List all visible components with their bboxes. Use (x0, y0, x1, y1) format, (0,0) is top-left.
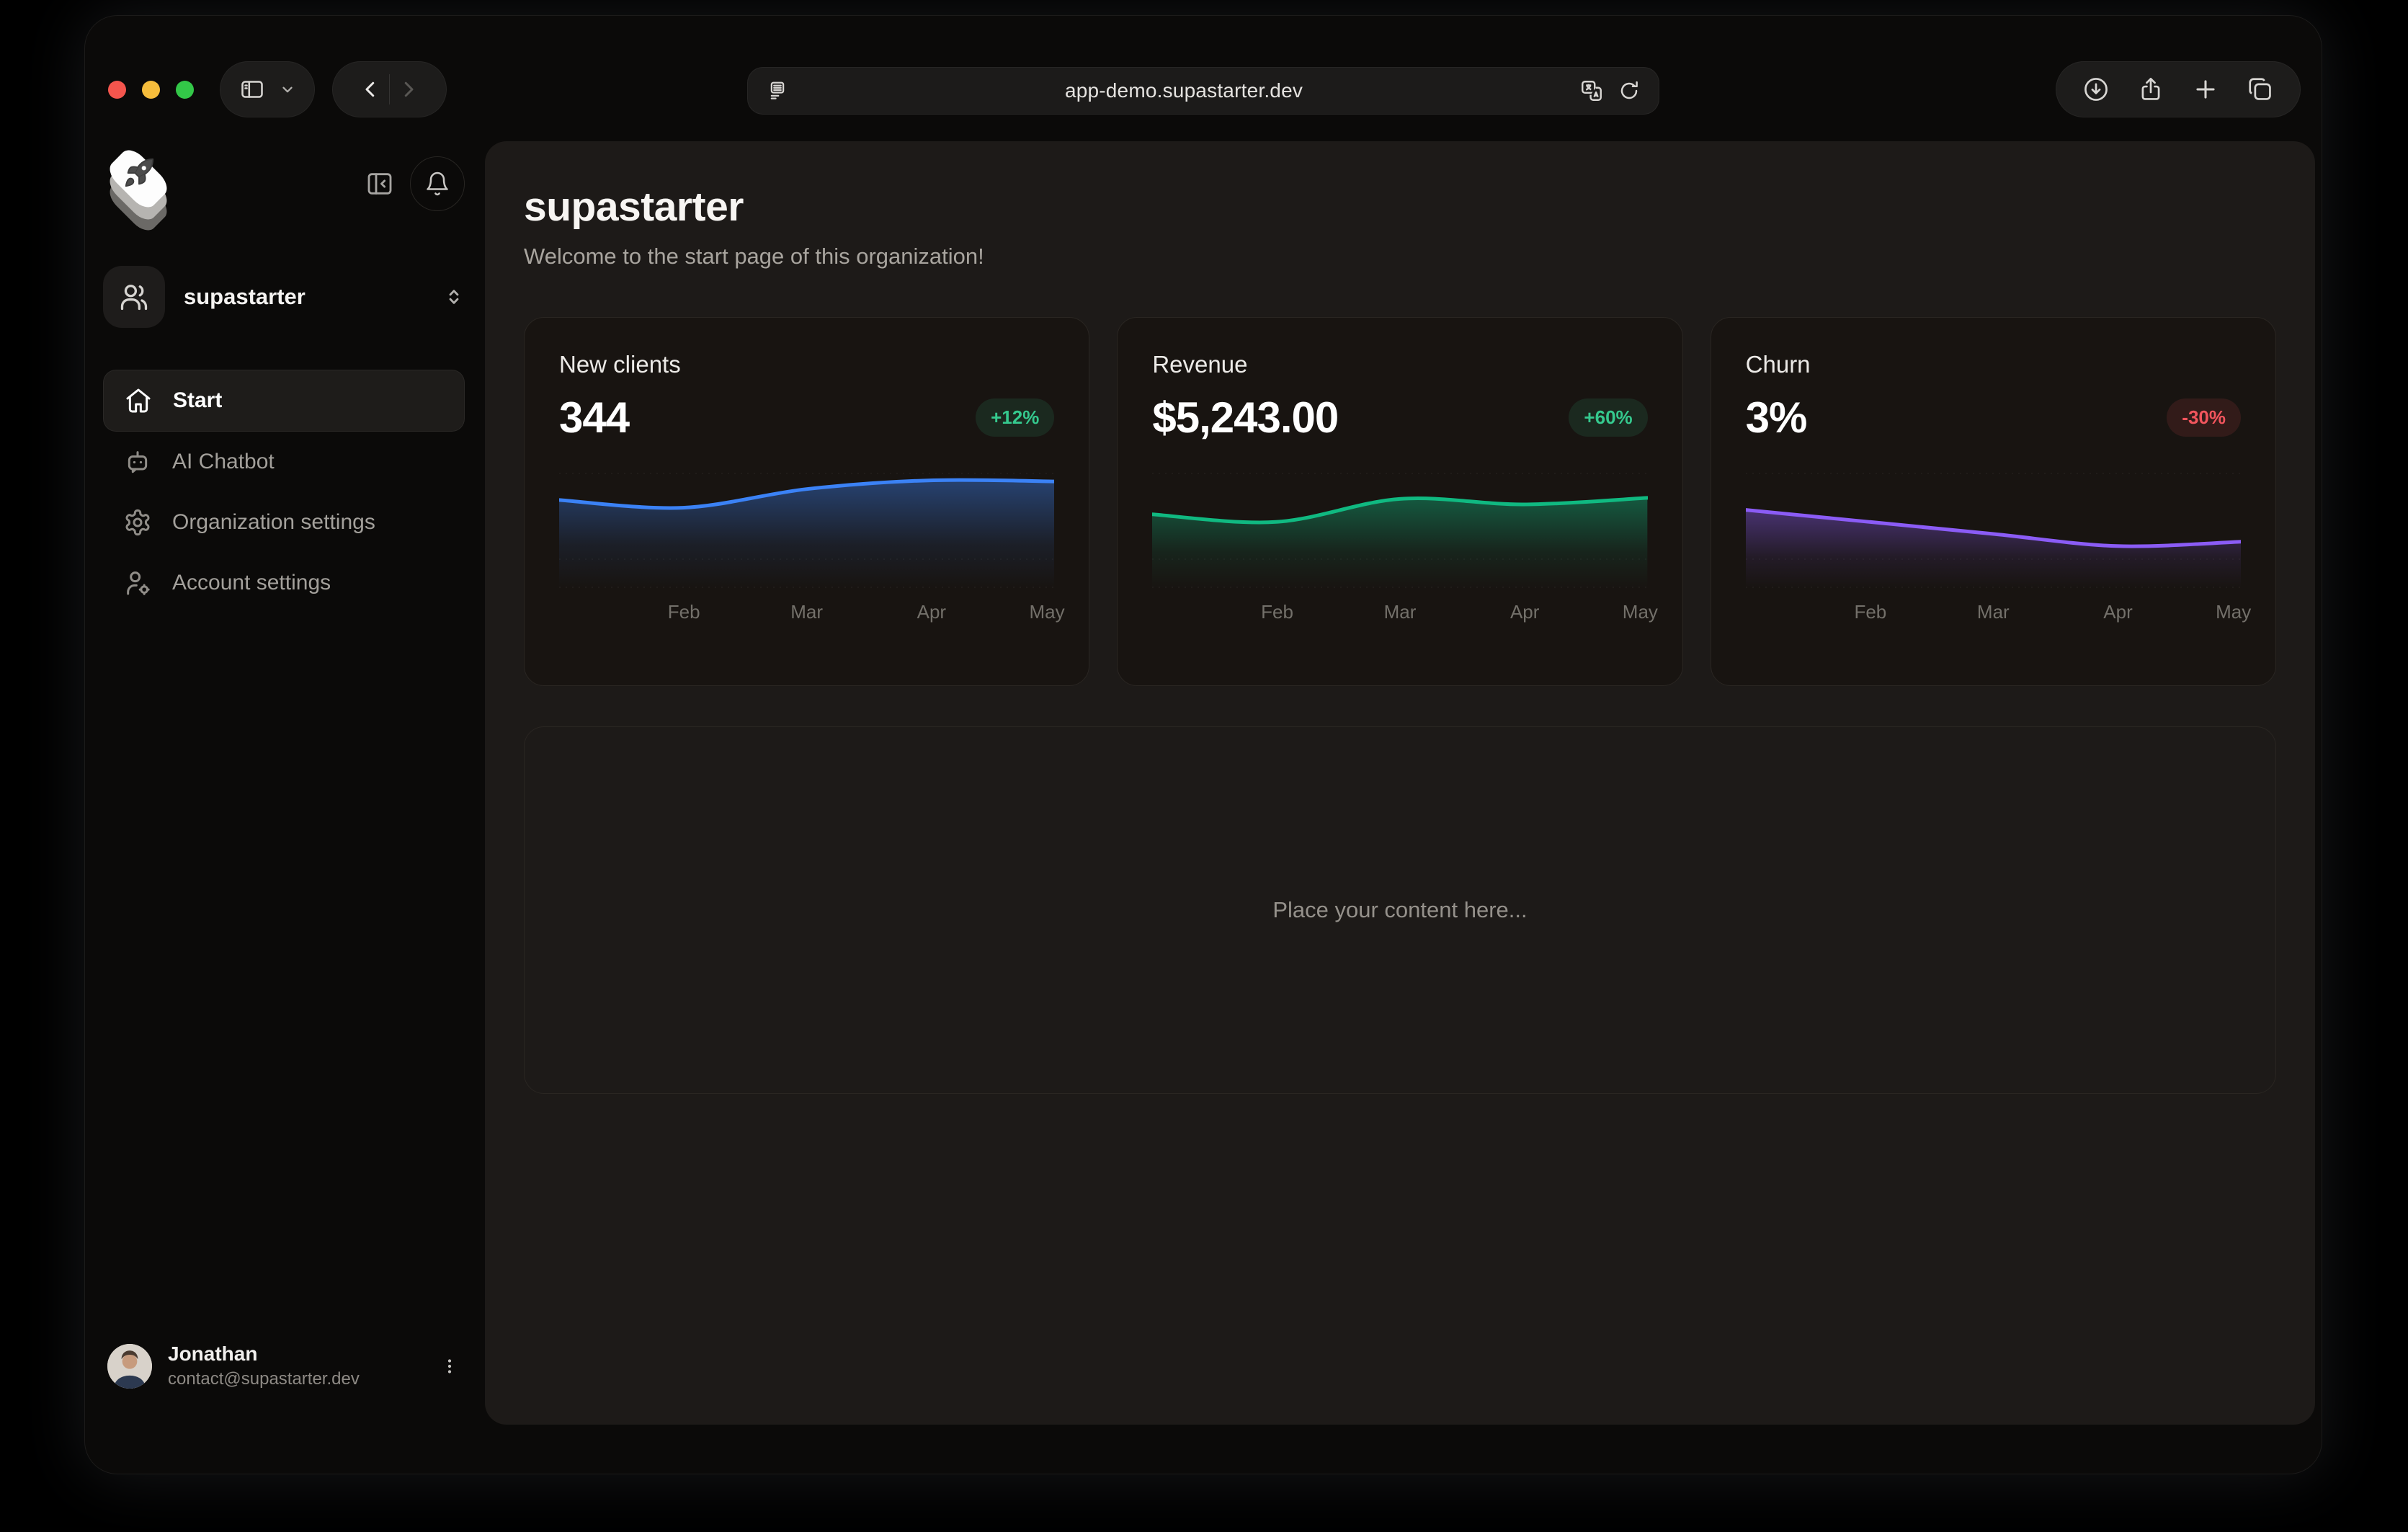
toolbar-actions-group (2056, 61, 2301, 117)
browser-window: app-demo.supastarter.dev (84, 15, 2322, 1474)
x-axis-label: Apr (917, 601, 946, 623)
x-axis-label: Apr (2103, 601, 2132, 623)
user-email: contact@supastarter.dev (168, 1369, 360, 1389)
organization-avatar (103, 266, 165, 328)
stat-card-value: $5,243.00 (1152, 393, 1338, 442)
users-icon (118, 281, 150, 313)
stat-card-title: Revenue (1152, 351, 1647, 378)
address-bar[interactable]: app-demo.supastarter.dev (747, 67, 1659, 115)
app-root: supastarter Start AI Chatbot Organizatio… (84, 139, 2322, 1474)
x-axis-label: May (1029, 601, 1064, 623)
notifications-button[interactable] (410, 156, 465, 211)
browser-toolbar: app-demo.supastarter.dev (84, 15, 2322, 139)
x-axis-label: Mar (1384, 601, 1417, 623)
zoom-window-button[interactable] (176, 81, 194, 99)
vertical-dots-icon[interactable] (439, 1355, 460, 1377)
forward-button[interactable] (390, 68, 427, 111)
stat-card-revenue: Revenue $5,243.00 +60% Feb Mar Apr May (1117, 317, 1682, 686)
sidebar-nav: Start AI Chatbot Organization settings A… (103, 370, 465, 613)
forward-icon (398, 79, 419, 100)
content-placeholder-card: Place your content here... (524, 726, 2276, 1094)
unfold-chevrons-icon (443, 286, 465, 308)
sidebar-item-ai-chatbot[interactable]: AI Chatbot (103, 432, 465, 492)
home-icon (124, 386, 153, 415)
sidebar-panel-icon (239, 76, 265, 102)
stat-card-title: Churn (1746, 351, 2241, 378)
reload-icon[interactable] (1618, 80, 1640, 102)
x-axis-labels: FebMarAprMay (559, 601, 1054, 625)
x-axis-label: Mar (1977, 601, 2010, 623)
stat-cards-row: New clients 344 +12% Feb Mar Apr May Revenu… (524, 317, 2276, 686)
user-menu[interactable]: Jonathan contact@supastarter.dev (103, 1342, 465, 1389)
url-text: app-demo.supastarter.dev (788, 79, 1579, 102)
user-settings-icon (123, 569, 152, 597)
area-chart-churn (1746, 473, 2241, 588)
stat-card-new-clients: New clients 344 +12% Feb Mar Apr May (524, 317, 1089, 686)
delta-badge: -30% (2167, 398, 2241, 437)
tab-overview-icon[interactable] (2247, 76, 2274, 103)
x-axis-label: Feb (1854, 601, 1886, 623)
rocket-icon (122, 156, 156, 190)
sidebar-item-start[interactable]: Start (103, 370, 465, 432)
sidebar: supastarter Start AI Chatbot Organizatio… (84, 139, 485, 1474)
page-title: supastarter (524, 183, 2276, 231)
organization-name: supastarter (184, 284, 306, 310)
sidebar-item-account-settings[interactable]: Account settings (103, 553, 465, 613)
sidebar-item-label: Organization settings (172, 510, 375, 535)
x-axis-label: May (1623, 601, 1658, 623)
sidebar-item-label: Start (173, 388, 222, 413)
minimize-window-button[interactable] (142, 81, 160, 99)
collapse-sidebar-button[interactable] (365, 169, 394, 198)
supastarter-logo[interactable] (103, 148, 175, 228)
area-chart-revenue (1152, 473, 1647, 588)
sidebar-item-organization-settings[interactable]: Organization settings (103, 492, 465, 553)
downloads-icon[interactable] (2082, 76, 2110, 103)
gear-icon (123, 508, 152, 537)
sidebar-item-label: AI Chatbot (172, 450, 275, 474)
reader-mode-icon[interactable] (767, 80, 788, 102)
x-axis-labels: FebMarAprMay (1152, 601, 1647, 625)
history-nav-group (332, 61, 447, 117)
user-avatar (107, 1344, 152, 1389)
placeholder-text: Place your content here... (1272, 897, 1527, 923)
stat-card-value: 3% (1746, 393, 1807, 442)
x-axis-label: May (2216, 601, 2251, 623)
x-axis-label: Feb (1261, 601, 1293, 623)
organization-switcher[interactable]: supastarter (103, 266, 465, 328)
stat-card-value: 344 (559, 393, 629, 442)
close-window-button[interactable] (108, 81, 126, 99)
back-icon (360, 79, 381, 100)
back-button[interactable] (352, 68, 389, 111)
bot-icon (123, 447, 152, 476)
share-icon[interactable] (2137, 76, 2164, 103)
sidebar-item-label: Account settings (172, 571, 331, 595)
stat-card-title: New clients (559, 351, 1054, 378)
bell-icon (424, 171, 450, 197)
panel-left-close-icon (365, 169, 394, 198)
area-chart-new-clients (559, 473, 1054, 588)
x-axis-label: Apr (1510, 601, 1539, 623)
window-controls (108, 81, 194, 99)
main-panel: supastarter Welcome to the start page of… (485, 141, 2315, 1425)
sidebar-toggle-button[interactable] (220, 61, 315, 117)
translate-icon[interactable] (1579, 79, 1604, 103)
delta-badge: +12% (976, 398, 1054, 437)
chevron-down-icon (280, 81, 295, 97)
user-name: Jonathan (168, 1342, 360, 1366)
delta-badge: +60% (1569, 398, 1647, 437)
x-axis-label: Mar (790, 601, 823, 623)
stat-card-churn: Churn 3% -30% Feb Mar Apr May (1711, 317, 2276, 686)
x-axis-label: Feb (668, 601, 700, 623)
x-axis-labels: FebMarAprMay (1746, 601, 2241, 625)
new-tab-icon[interactable] (2192, 76, 2219, 103)
page-subtitle: Welcome to the start page of this organi… (524, 244, 2276, 270)
